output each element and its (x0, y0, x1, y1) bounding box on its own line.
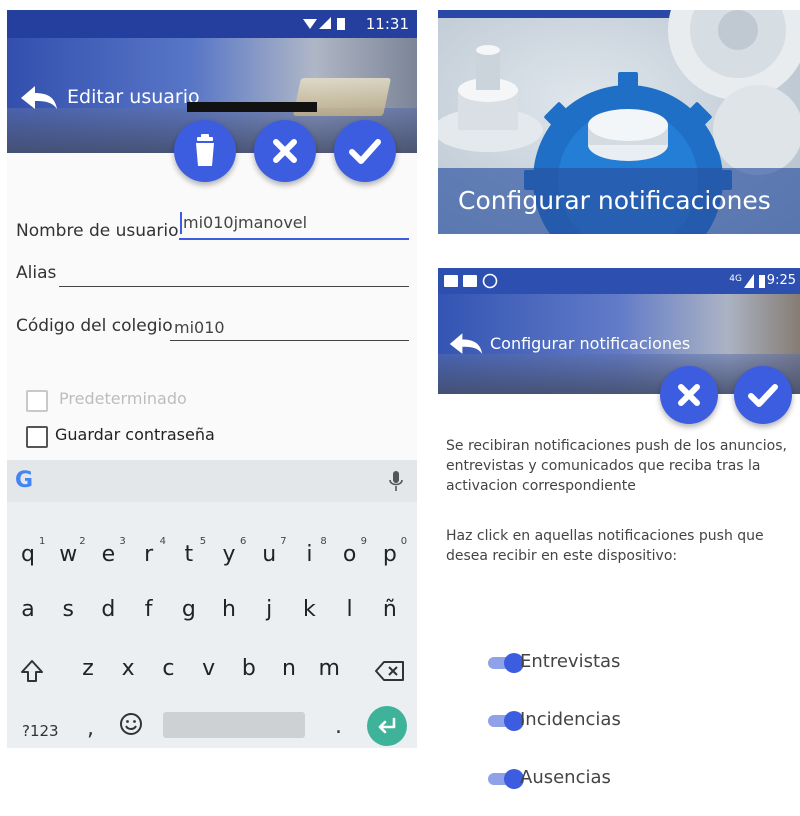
key-hint-2: 2 (79, 536, 86, 547)
default-checkbox-label: Predeterminado (59, 389, 187, 408)
key-hint-8: 8 (320, 536, 327, 547)
back-arrow-icon[interactable] (448, 330, 484, 358)
cancel-button[interactable] (254, 120, 316, 182)
keyboard-suggestion-bar (7, 460, 417, 502)
comma-key[interactable]: , (87, 716, 94, 741)
key-f[interactable]: f (134, 597, 164, 622)
key-s[interactable]: s (53, 597, 83, 622)
key-hint-9: 9 (360, 536, 367, 547)
alias-underline (59, 286, 409, 287)
key-h[interactable]: h (214, 597, 244, 622)
status-bar: 11:31 (7, 10, 417, 38)
signal-battery-icon (744, 274, 765, 288)
redaction-bar (187, 102, 317, 112)
key-ñ[interactable]: ñ (375, 597, 405, 622)
check-icon (349, 139, 381, 164)
text-cursor (180, 212, 182, 234)
username-underline (179, 238, 409, 240)
alias-label: Alias (16, 263, 57, 283)
key-a[interactable]: a (13, 597, 43, 622)
enter-arrow-icon (378, 717, 396, 734)
microphone-icon[interactable] (389, 470, 403, 492)
key-k[interactable]: k (294, 597, 324, 622)
signal-wifi-battery-icon (303, 17, 345, 30)
key-hint-7: 7 (280, 536, 287, 547)
close-icon (678, 384, 700, 406)
notification-icons (444, 273, 498, 289)
save-password-checkbox[interactable] (26, 426, 48, 448)
username-label: Nombre de usuario (16, 221, 179, 241)
school-code-input[interactable]: mi010 (174, 318, 225, 337)
toggle-label: Entrevistas (520, 651, 621, 672)
symbols-key[interactable]: ?123 (22, 722, 59, 740)
cancel-button[interactable] (660, 366, 718, 424)
space-key[interactable] (163, 712, 305, 738)
key-m[interactable]: m (314, 656, 344, 681)
shift-icon[interactable] (19, 658, 45, 684)
enter-key[interactable] (367, 706, 407, 746)
key-hint-3: 3 (119, 536, 126, 547)
key-c[interactable]: c (153, 656, 183, 681)
key-g[interactable]: g (174, 597, 204, 622)
save-password-label: Guardar contraseña (55, 425, 215, 444)
username-input[interactable]: mi010jmanovel (183, 213, 307, 232)
key-d[interactable]: d (93, 597, 123, 622)
confirm-button[interactable] (734, 366, 792, 424)
configure-notifications-screen: 4G 9:25 Configurar notificaciones Se rec… (438, 268, 800, 816)
emoji-icon[interactable] (119, 712, 143, 736)
status-time: 9:25 (766, 273, 796, 288)
trash-icon (196, 134, 214, 166)
close-icon (273, 139, 297, 163)
info-paragraph: Se recibiran notificaciones push de los … (446, 438, 787, 494)
key-hint-6: 6 (240, 536, 247, 547)
key-b[interactable]: b (234, 656, 264, 681)
key-hint-5: 5 (199, 536, 207, 547)
google-icon[interactable]: G (15, 468, 33, 493)
status-bar: 4G 9:25 (438, 268, 800, 294)
page-title: Configurar notificaciones (490, 334, 691, 353)
status-time: 11:31 (365, 15, 409, 33)
instruction-paragraph: Haz click en aquellas notificaciones pus… (446, 528, 764, 564)
key-j[interactable]: j (254, 597, 284, 622)
key-v[interactable]: v (194, 656, 224, 681)
school-code-label: Código del colegio (16, 316, 173, 336)
edit-user-screen: 11:31 Editar usuario Nombre de usuario m… (7, 10, 417, 748)
on-screen-keyboard: G q1w2e3r4t5y6u7i8o9p0 asdfghjklñ zxcvbn… (7, 460, 417, 748)
toggle-label: Incidencias (520, 709, 621, 730)
school-code-underline (170, 340, 409, 341)
key-hint-0: 0 (400, 536, 408, 547)
key-n[interactable]: n (274, 656, 304, 681)
backspace-icon[interactable] (375, 660, 405, 682)
network-type: 4G (729, 274, 742, 284)
key-hint-1: 1 (39, 536, 46, 547)
back-arrow-icon[interactable] (19, 83, 59, 113)
delete-button[interactable] (174, 120, 236, 182)
key-x[interactable]: x (113, 656, 143, 681)
notifications-banner-card[interactable]: Configurar notificaciones (438, 10, 800, 234)
toggle-label: Ausencias (520, 767, 611, 788)
banner-caption: Configurar notificaciones (438, 168, 800, 234)
check-icon (748, 384, 778, 407)
period-key[interactable]: . (335, 714, 342, 739)
key-hint-4: 4 (159, 536, 166, 547)
page-title: Editar usuario (67, 86, 200, 108)
default-checkbox[interactable] (26, 390, 48, 412)
banner-caption-text: Configurar notificaciones (458, 186, 771, 215)
key-l[interactable]: l (335, 597, 365, 622)
key-z[interactable]: z (73, 656, 103, 681)
confirm-button[interactable] (334, 120, 396, 182)
